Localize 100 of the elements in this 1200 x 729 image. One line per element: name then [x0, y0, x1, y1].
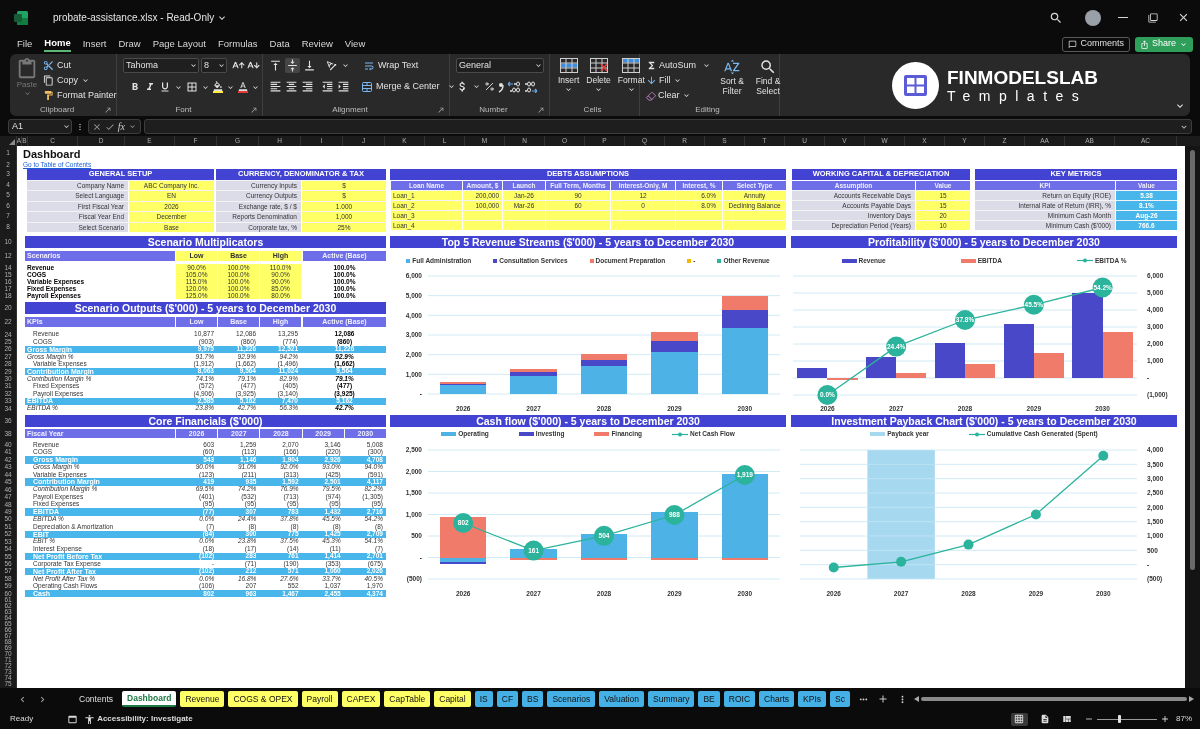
- cut-button[interactable]: Cut: [43, 58, 117, 73]
- sheet-tab[interactable]: KPIs: [798, 691, 827, 707]
- insert-function-button[interactable]: fx: [117, 121, 126, 132]
- accessibility-icon: [84, 713, 96, 725]
- menu-tab[interactable]: Insert: [82, 36, 107, 52]
- sheet-tab[interactable]: CapTable: [384, 691, 431, 707]
- decrease-decimal-icon[interactable]: [524, 80, 538, 93]
- scroll-right-icon[interactable]: [1189, 696, 1194, 702]
- sheet-tab[interactable]: Summary: [648, 691, 695, 707]
- text-orientation-icon[interactable]: [325, 59, 338, 72]
- grid-view-icon[interactable]: [1011, 712, 1028, 726]
- comment-icon: [1068, 39, 1078, 49]
- menu-tab[interactable]: File: [17, 36, 33, 52]
- find-select-button[interactable]: Find & Select: [753, 58, 784, 103]
- page-icon[interactable]: [1040, 714, 1050, 724]
- sheet-tab[interactable]: Valuation: [599, 691, 645, 707]
- horizontal-scrollbar[interactable]: [913, 694, 1194, 704]
- sheet-tab[interactable]: Contents: [74, 691, 119, 707]
- font-color-icon[interactable]: [238, 81, 248, 93]
- sheet-tab[interactable]: Scenarios: [547, 691, 596, 707]
- align-middle-icon[interactable]: [285, 58, 300, 73]
- number-format-dropdown[interactable]: General: [456, 58, 544, 73]
- accessibility-status[interactable]: Accessibility: Investigate: [97, 713, 193, 725]
- sheet-tab[interactable]: Charts: [759, 691, 795, 707]
- paint-bucket-icon[interactable]: [213, 81, 223, 93]
- sheet-tab[interactable]: COGS & OPEX: [228, 691, 298, 707]
- data-point: [453, 513, 474, 533]
- italic-icon[interactable]: [144, 81, 156, 93]
- layout-icon[interactable]: [1062, 714, 1072, 724]
- fill-button[interactable]: Fill: [646, 73, 712, 88]
- sheet-tab[interactable]: Revenue: [180, 691, 225, 707]
- align-left-icon[interactable]: [269, 80, 282, 94]
- borders-icon[interactable]: [186, 81, 198, 93]
- data-point: [1092, 277, 1113, 298]
- underline-icon[interactable]: [159, 81, 171, 93]
- percent-icon[interactable]: [484, 81, 495, 92]
- font-size-dropdown[interactable]: 8: [201, 58, 227, 73]
- increase-decimal-icon[interactable]: [507, 80, 521, 93]
- caret-icon: [564, 85, 574, 94]
- caret-icon: [22, 89, 32, 98]
- sheet-tab[interactable]: IS: [474, 691, 493, 707]
- font-name-dropdown[interactable]: Tahoma: [123, 58, 199, 73]
- name-box[interactable]: A1: [8, 119, 72, 134]
- sheet-tab[interactable]: Payroll: [301, 691, 338, 707]
- merge-cells-icon: [361, 80, 373, 93]
- paint-roller-icon: [43, 90, 54, 101]
- cells-button[interactable]: Format: [617, 58, 645, 94]
- slider-thumb[interactable]: [1118, 715, 1122, 723]
- format-painter-button[interactable]: Format Painter: [43, 88, 117, 103]
- sheet-tab[interactable]: Sc: [830, 691, 850, 707]
- menu-tab[interactable]: Formulas: [218, 36, 258, 52]
- align-top-icon[interactable]: [269, 59, 282, 72]
- autosum-button[interactable]: AutoSum: [646, 58, 712, 73]
- section-title: Core Financials ($'000): [25, 415, 386, 428]
- zoom-slider[interactable]: [1097, 714, 1157, 724]
- clear-button[interactable]: Clear: [646, 88, 712, 103]
- menu-tab[interactable]: Page Layout: [152, 36, 206, 52]
- sheet-tab[interactable]: ROIC: [723, 691, 756, 707]
- merge-center-button[interactable]: Merge & Center: [361, 80, 440, 94]
- data-point: [664, 505, 685, 525]
- window-icon[interactable]: [67, 713, 79, 725]
- diagonal-arrow-icon[interactable]: [250, 105, 258, 114]
- sheet-tab[interactable]: CF: [496, 691, 519, 707]
- diagonal-arrow-icon[interactable]: [104, 105, 112, 114]
- diagonal-arrow-icon[interactable]: [537, 105, 545, 114]
- vertical-scrollbar[interactable]: [1185, 146, 1200, 688]
- sheet-tab[interactable]: BE: [698, 691, 720, 707]
- comments-button[interactable]: Comments: [1062, 36, 1130, 52]
- menu-tab[interactable]: View: [344, 36, 366, 52]
- align-center-icon[interactable]: [285, 80, 298, 94]
- sheet-tab[interactable]: Capital: [434, 691, 471, 707]
- sort-filter-button[interactable]: Sort & Filter: [717, 58, 748, 103]
- cells-button[interactable]: Delete: [586, 58, 611, 94]
- sheet-title: Dashboard: [23, 148, 81, 160]
- increase-indent-icon[interactable]: [337, 80, 350, 94]
- decrease-indent-icon[interactable]: [321, 80, 334, 94]
- sheet-tab[interactable]: CAPEX: [341, 691, 381, 707]
- align-bottom-icon[interactable]: [303, 59, 316, 72]
- sheet-tab[interactable]: BS: [522, 691, 544, 707]
- menu-tab[interactable]: Home: [44, 36, 71, 52]
- caret-icon: [81, 76, 90, 85]
- cancel-icon[interactable]: [92, 121, 102, 132]
- scroll-left-icon[interactable]: [913, 696, 919, 702]
- copy-button[interactable]: Copy: [43, 73, 117, 88]
- group-label: Cells: [583, 103, 602, 116]
- corner-triangle-icon[interactable]: [9, 139, 15, 145]
- scissors-icon: [43, 60, 54, 71]
- window-title: probate-assistance.xlsx - Read-Only: [53, 11, 215, 25]
- cells-button[interactable]: Insert: [558, 58, 580, 94]
- menu-tab[interactable]: Data: [269, 36, 290, 52]
- formula-input[interactable]: [144, 119, 1192, 134]
- menu-tab[interactable]: Draw: [118, 36, 141, 52]
- comma-style-icon[interactable]: [498, 80, 504, 93]
- data-point: [594, 525, 614, 546]
- data-point: [1030, 509, 1041, 520]
- sheet-tab[interactable]: Dashboard: [122, 691, 177, 707]
- menu-tab[interactable]: Review: [301, 36, 333, 52]
- align-right-icon[interactable]: [301, 80, 314, 94]
- wrap-text-button[interactable]: Wrap Text: [363, 58, 419, 73]
- diagonal-arrow-icon[interactable]: [437, 105, 445, 114]
